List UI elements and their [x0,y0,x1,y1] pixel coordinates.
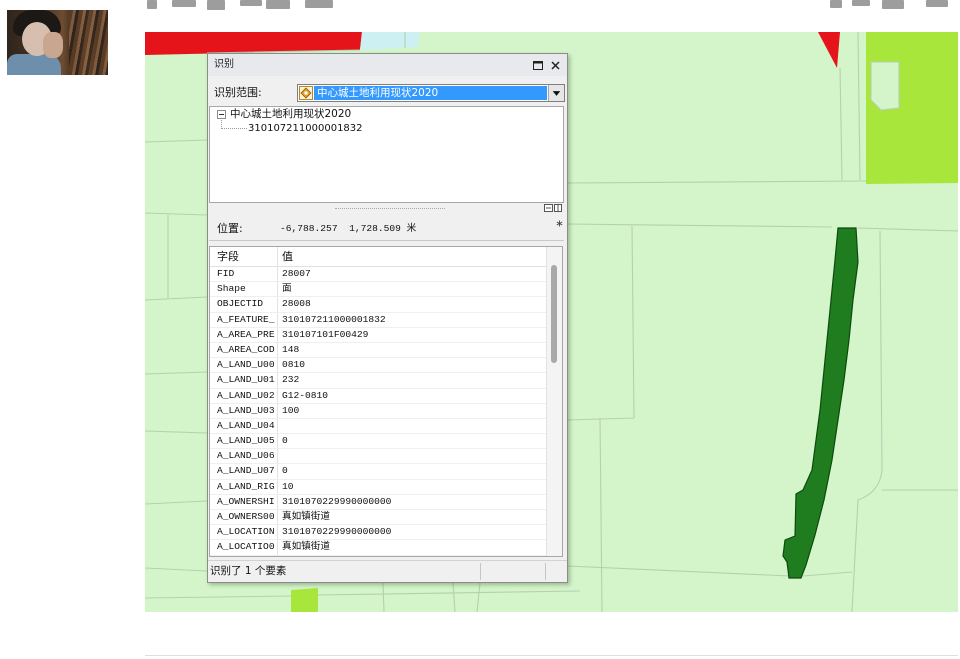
tree-collapse-icon[interactable] [217,110,226,119]
location-menu-icon[interactable] [556,220,563,227]
divider [145,655,958,656]
attribute-field-value: 310107101F00429 [282,328,369,340]
attribute-field-value: 28007 [282,268,311,279]
attribute-row[interactable]: OBJECTID 28008 [210,297,546,313]
identify-scope-dropdown[interactable]: 中心城土地利用现状2020 [297,84,565,102]
attribute-field-name: A_LOCATION [217,526,275,538]
attribute-field-value: 3101070229990000000 [282,526,392,538]
attribute-field-name: A_AREA_PRE [217,328,275,340]
attribute-field-name: A_LOCATIO0 [217,541,275,553]
attribute-field-value: G12-0810 [282,389,329,401]
attribute-field-value: 232 [282,374,300,386]
attribute-row[interactable]: A_AREA_PRE 310107101F00429 [210,328,546,343]
layer-diamond-icon [299,86,313,100]
attribute-field-value: 0 [282,435,288,447]
attribute-field-name: A_OWNERS00 [217,511,275,522]
attribute-field-value: 310107211000001832 [282,313,386,325]
attribute-row[interactable]: A_LAND_U03 100 [210,404,546,419]
attribute-field-value: 100 [282,404,300,416]
status-separator [480,563,481,580]
column-header-field[interactable]: 字段 [217,247,239,267]
attribute-row[interactable]: A_LAND_U06 [210,449,546,465]
identify-results-tree: 中心城土地利用现状2020 310107211000001832 [209,106,564,203]
attribute-field-name: A_LAND_RIG [217,480,275,492]
attribute-field-name: OBJECTID [217,298,264,310]
column-header-value[interactable]: 值 [282,247,293,267]
divider [209,240,564,241]
attribute-row[interactable]: FID 28007 [210,267,546,283]
attribute-field-name: FID [217,268,235,279]
attribute-field-name: A_LAND_U04 [217,419,275,431]
tree-item-feature[interactable]: 310107211000001832 [248,122,363,135]
attribute-field-value: 0810 [282,359,306,371]
tree-connector [221,128,247,129]
attribute-field-name: Shape [217,283,246,295]
attribute-row[interactable]: A_LAND_U05 0 [210,434,546,450]
attribute-field-name: A_LAND_U06 [217,450,275,462]
layout-toggle-icon[interactable] [543,203,563,213]
attribute-field-value: 10 [282,480,294,492]
identify-scope-value: 中心城土地利用现状2020 [314,86,547,100]
attribute-row[interactable]: A_LAND_U04 [210,419,546,435]
attribute-field-value: 真如镇街道 [282,511,330,522]
scrollbar-thumb[interactable] [551,265,557,363]
identify-dialog: 识别 识别范围: 中心城土地利用现状2020 中心城土地利用现状2020 310… [207,53,568,583]
parcel-notch [871,62,899,110]
location-label: 位置: [217,222,243,235]
dialog-title: 识别 [214,59,234,70]
close-icon[interactable] [551,61,560,70]
attribute-row[interactable]: A_LAND_U01 232 [210,373,546,389]
attribute-field-name: A_LAND_U05 [217,435,275,447]
attribute-row[interactable]: A_AREA_COD 148 [210,343,546,359]
vertical-scrollbar[interactable] [546,247,562,556]
attribute-field-name: A_LAND_U03 [217,404,275,416]
attribute-rows: FID 28007 Shape 面 OBJECTID 28008 A_FEATURE_ 310… [210,267,546,556]
attribute-field-name: A_AREA_COD [217,343,275,355]
identify-scope-label: 识别范围: [214,86,262,99]
attribute-row[interactable]: A_LOCATION 3101070229990000000 [210,525,546,541]
attribute-row[interactable]: A_LAND_U02 G12-0810 [210,389,546,404]
attribute-row[interactable]: A_OWNERS00 真如镇街道 [210,510,546,526]
attribute-field-name: A_LAND_U02 [217,389,275,401]
attribute-row[interactable]: A_LAND_RIG 10 [210,480,546,495]
dialog-title-bar[interactable]: 识别 [208,54,567,76]
attribute-field-value: 面 [282,283,292,295]
status-bar: 识别了 1 个要素 [208,560,567,582]
attribute-row[interactable]: A_LAND_U00 0810 [210,358,546,374]
attribute-table: 字段 值 FID 28007 Shape 面 OBJECTID 28008 A_FEATUR… [209,246,563,557]
attribute-row[interactable]: A_LOCATIO0 真如镇街道 [210,540,546,556]
tree-item-layer[interactable]: 中心城土地利用现状2020 [230,108,351,121]
attribute-field-name: A_FEATURE_ [217,313,275,325]
attribute-table-header: 字段 值 [210,247,546,267]
attribute-field-value: 真如镇街道 [282,541,330,553]
panel-splitter[interactable] [335,208,445,210]
attribute-field-name: A_LAND_U01 [217,374,275,386]
attribute-row[interactable]: A_OWNERSHI 3101070229990000000 [210,495,546,510]
attribute-field-value: 148 [282,343,300,355]
lime-parcel [291,588,318,612]
attribute-field-name: A_LAND_U07 [217,465,275,477]
dock-window-icon[interactable] [533,61,543,70]
attribute-row[interactable]: A_FEATURE_ 310107211000001832 [210,313,546,328]
attribute-field-value: 0 [282,465,288,477]
status-separator [545,563,546,580]
attribute-row[interactable]: A_LAND_U07 0 [210,464,546,480]
location-value: -6,788.257 1,728.509 米 [280,223,417,234]
status-text: 识别了 1 个要素 [210,565,287,577]
attribute-field-value: 28008 [282,298,311,310]
attribute-field-value: 3101070229990000000 [282,495,392,507]
attribute-row[interactable]: Shape 面 [210,282,546,298]
water-parcel [360,32,420,50]
attribute-field-name: A_OWNERSHI [217,495,275,507]
chevron-down-icon[interactable] [548,85,564,101]
attribute-field-name: A_LAND_U00 [217,359,275,371]
